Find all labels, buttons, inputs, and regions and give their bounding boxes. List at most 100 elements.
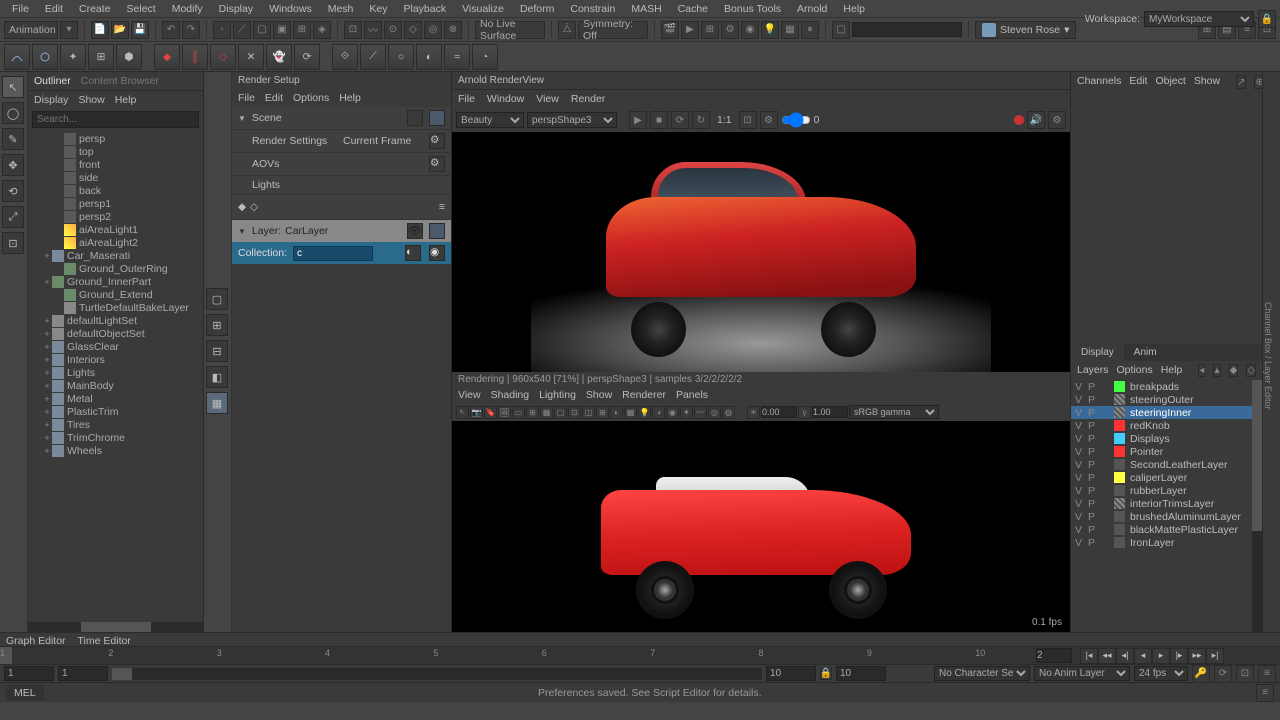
outliner-help[interactable]: Help	[115, 94, 137, 106]
vp-light-icon[interactable]: 💡	[638, 406, 651, 419]
layout-four-icon[interactable]: ⊞	[206, 314, 228, 336]
render-seq-icon[interactable]: ⊞	[701, 21, 719, 39]
layout-persp-icon[interactable]: ◧	[206, 366, 228, 388]
shelf-deform-icon[interactable]: ≈	[444, 44, 470, 70]
shelf-skin-icon[interactable]: ◐	[416, 44, 442, 70]
play-back-icon[interactable]: ◂	[1134, 648, 1152, 664]
sound-icon[interactable]: ≡	[1258, 665, 1276, 683]
ch-channels[interactable]: Channels	[1077, 75, 1121, 89]
outliner-item[interactable]: Ground_OuterRing	[30, 262, 201, 275]
menu-key[interactable]: Key	[361, 1, 395, 17]
layer-expand-icon[interactable]: ▼	[238, 227, 246, 236]
display-layer[interactable]: VPbrushedAluminumLayer	[1071, 510, 1262, 523]
menu-deform[interactable]: Deform	[512, 1, 562, 17]
filter-icon[interactable]: ≡	[439, 201, 445, 213]
play-fwd-icon[interactable]: ▸	[1152, 648, 1170, 664]
ch-object[interactable]: Object	[1155, 75, 1185, 89]
frame-gear-icon[interactable]: ⚙	[429, 133, 445, 149]
vp-wire-icon[interactable]: ⊞	[596, 406, 609, 419]
ly-down-icon[interactable]: ◆	[1229, 364, 1239, 377]
shelf-constraint-icon[interactable]: ⟐	[332, 44, 358, 70]
outliner-item[interactable]: +Interiors	[30, 353, 201, 366]
outliner-item[interactable]: +PlasticTrim	[30, 405, 201, 418]
rv-start-icon[interactable]: ▶	[629, 111, 647, 129]
shelf-keyanim-icon[interactable]: ║	[182, 44, 208, 70]
outliner-hscroll[interactable]	[28, 622, 203, 632]
menu-arnold[interactable]: Arnold	[789, 1, 835, 17]
pause-icon[interactable]: ⏸	[801, 21, 819, 39]
rv-crop-icon[interactable]: ⊡	[739, 111, 757, 129]
vp-isolate-icon[interactable]: ◎	[708, 406, 721, 419]
vp-exposure-icon[interactable]: ☀	[747, 406, 760, 419]
snap-point-icon[interactable]: ⊙	[384, 21, 402, 39]
ch-show[interactable]: Show	[1194, 75, 1220, 89]
vp-safe-icon[interactable]: ◫	[582, 406, 595, 419]
lock-icon[interactable]: 🔒	[1258, 10, 1276, 28]
rv-refresh-icon[interactable]: ⟳	[671, 111, 689, 129]
outliner-item[interactable]: persp	[30, 132, 201, 145]
ipr-icon[interactable]: ▶	[681, 21, 699, 39]
menu-cache[interactable]: Cache	[670, 1, 716, 17]
go-end-icon[interactable]: ▸|	[1206, 648, 1224, 664]
undo-icon[interactable]: ↶	[162, 21, 180, 39]
outliner-item[interactable]: +MainBody	[30, 379, 201, 392]
outliner-item[interactable]: +TrimChrome	[30, 431, 201, 444]
collection-name-input[interactable]	[293, 246, 373, 261]
mode-dropdown[interactable]: Animation	[4, 21, 58, 39]
vp-shadow-icon[interactable]: ◑	[652, 406, 665, 419]
render-globals-icon[interactable]: ⚙	[721, 21, 739, 39]
rotate-tool-icon[interactable]: ⟲	[2, 180, 24, 202]
menu-display[interactable]: Display	[211, 1, 261, 17]
ly-up-icon[interactable]: ▴	[1213, 364, 1220, 377]
menu-create[interactable]: Create	[71, 1, 119, 17]
sel-uv-icon[interactable]: ⊞	[293, 21, 311, 39]
live-surface-dropdown[interactable]: No Live Surface	[475, 21, 545, 39]
outliner-item[interactable]: TurtleDefaultBakeLayer	[30, 301, 201, 314]
mode-arrow-icon[interactable]: ▾	[60, 21, 78, 39]
aovs-gear-icon[interactable]: ⚙	[429, 156, 445, 172]
menu-playback[interactable]: Playback	[395, 1, 454, 17]
rv-speaker-icon[interactable]: 🔊	[1027, 111, 1045, 129]
camera-select[interactable]: perspShape3	[527, 112, 617, 128]
vp-gate-icon[interactable]: ▢	[554, 406, 567, 419]
shelf-curve-icon[interactable]	[4, 44, 30, 70]
sel-edge-icon[interactable]: ⟋	[233, 21, 251, 39]
exposure-field[interactable]	[761, 406, 797, 418]
time-editor-tab[interactable]: Time Editor	[78, 635, 131, 644]
shelf-cluster-icon[interactable]: ⬢	[116, 44, 142, 70]
sel-face-icon[interactable]: ▢	[253, 21, 271, 39]
layout-single-icon[interactable]: ▢	[206, 288, 228, 310]
current-frame-btn[interactable]: Current Frame	[343, 135, 411, 147]
range-lock-icon[interactable]: 🔒	[820, 668, 832, 680]
charset-select[interactable]: No Character Set	[934, 666, 1030, 681]
display-layer[interactable]: VPcaliperLayer	[1071, 471, 1262, 484]
menu-constrain[interactable]: Constrain	[562, 1, 623, 17]
scene-render-icon[interactable]	[429, 110, 445, 126]
menu-help[interactable]: Help	[835, 1, 873, 17]
step-back-icon[interactable]: ◂|	[1116, 648, 1134, 664]
outliner-item[interactable]: +defaultObjectSet	[30, 327, 201, 340]
outliner-item[interactable]: +defaultLightSet	[30, 314, 201, 327]
prev-key-icon[interactable]: ◂◂	[1098, 648, 1116, 664]
rv-slider[interactable]	[781, 112, 811, 128]
vp-gamma-icon[interactable]: γ	[798, 406, 811, 419]
move-tool-icon[interactable]: ✥	[2, 154, 24, 176]
workspace-dropdown[interactable]: MyWorkspace	[1144, 11, 1254, 27]
coll-enable-icon[interactable]: ◉	[429, 245, 445, 261]
playblast-icon[interactable]: ▦	[781, 21, 799, 39]
outliner-item[interactable]: persp2	[30, 210, 201, 223]
ly-options[interactable]: Options	[1117, 364, 1153, 377]
outliner-item[interactable]: back	[30, 184, 201, 197]
rs-help[interactable]: Help	[339, 92, 361, 104]
coll-solo-icon[interactable]: ◐	[405, 245, 421, 261]
vp-bookmark-icon[interactable]: 🔖	[484, 406, 497, 419]
hypershade-icon[interactable]: ◉	[741, 21, 759, 39]
layer-render-icon[interactable]	[429, 223, 445, 239]
panel-layout-icon[interactable]: ▢	[832, 21, 850, 39]
ly-new-icon[interactable]: ◂	[1198, 364, 1205, 377]
animlayer-select[interactable]: No Anim Layer	[1034, 666, 1130, 681]
render-settings-btn[interactable]: Render Settings	[252, 135, 327, 147]
snap-curve-icon[interactable]: 〰	[364, 21, 382, 39]
gamma-field[interactable]	[812, 406, 848, 418]
menu-file[interactable]: File	[4, 1, 37, 17]
